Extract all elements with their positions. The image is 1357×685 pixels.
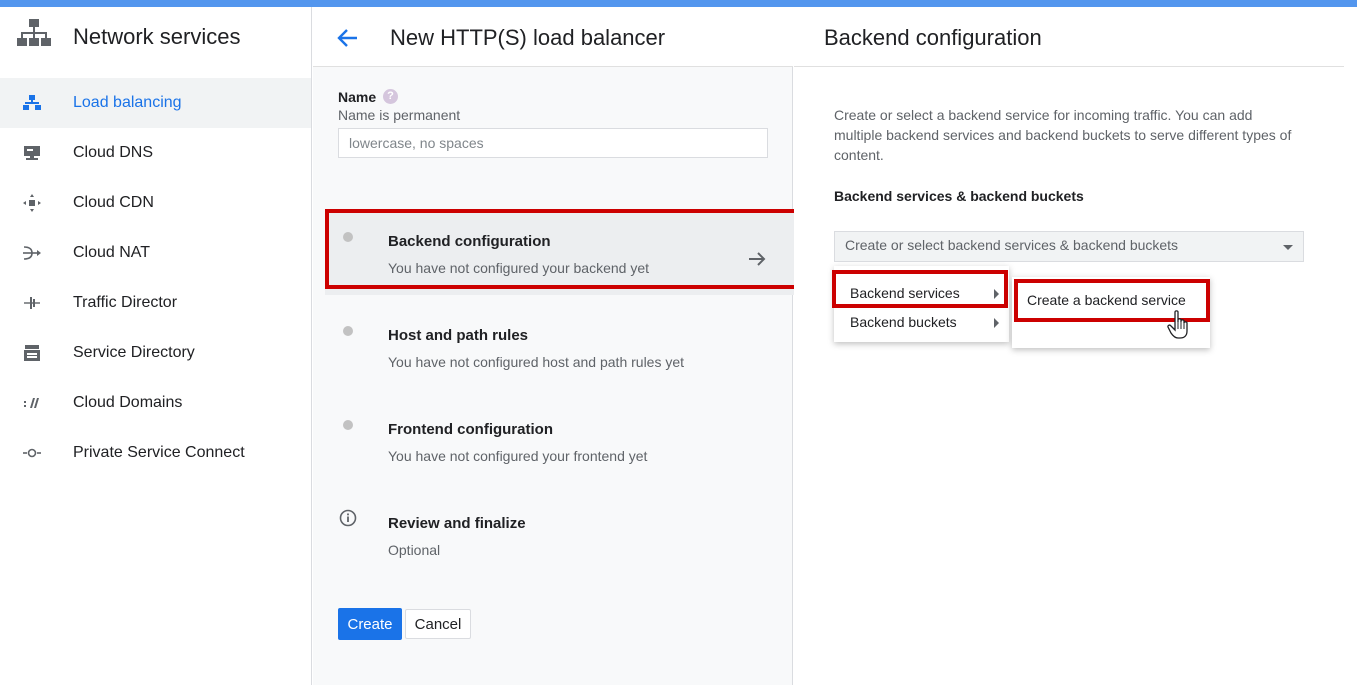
backend-config-title: Backend configuration bbox=[824, 25, 1042, 50]
name-label: Name bbox=[338, 89, 377, 105]
back-arrow-icon[interactable] bbox=[335, 25, 361, 51]
sidebar-item-traffic-director[interactable]: Traffic Director bbox=[0, 278, 311, 328]
step-title: Backend configuration bbox=[388, 233, 551, 250]
top-accent-bar bbox=[0, 0, 1357, 7]
sidebar-item-label: Load balancing bbox=[73, 94, 182, 111]
backend-type-menu: Backend services Backend buckets bbox=[834, 266, 1009, 342]
step-status-dot-icon bbox=[343, 420, 353, 430]
step-frontend-configuration[interactable]: Frontend configuration You have not conf… bbox=[325, 401, 795, 483]
step-subtitle: You have not configured your frontend ye… bbox=[388, 448, 648, 464]
backend-services-submenu: Create a backend service bbox=[1012, 277, 1210, 348]
chevron-right-icon bbox=[994, 289, 999, 299]
sidebar-nav: Load balancing Cloud DNS Cloud CDN Cloud… bbox=[0, 78, 311, 478]
menu-item-label: Backend buckets bbox=[850, 314, 957, 330]
step-title: Host and path rules bbox=[388, 327, 529, 344]
chevron-right-icon bbox=[994, 318, 999, 328]
step-status-dot-icon bbox=[343, 326, 353, 336]
nat-icon bbox=[21, 243, 43, 263]
step-review-and-finalize[interactable]: Review and finalize Optional bbox=[325, 495, 795, 577]
dns-icon bbox=[21, 143, 43, 163]
step-backend-configuration[interactable]: Backend configuration You have not confi… bbox=[325, 213, 795, 295]
menu-item-backend-services[interactable]: Backend services bbox=[834, 279, 1009, 309]
sidebar-item-label: Service Directory bbox=[73, 344, 195, 361]
network-services-logo-icon bbox=[17, 19, 51, 46]
sidebar-item-cloud-dns[interactable]: Cloud DNS bbox=[0, 128, 311, 178]
step-subtitle: You have not configured your backend yet bbox=[388, 260, 650, 276]
backend-configuration-panel: Backend configuration Create or select a… bbox=[794, 7, 1357, 685]
backend-config-description: Create or select a backend service for i… bbox=[834, 107, 1292, 163]
step-title: Review and finalize bbox=[388, 515, 526, 532]
load-balancing-icon bbox=[21, 93, 43, 113]
menu-item-label: Create a backend service bbox=[1027, 292, 1186, 308]
sidebar-item-label: Cloud Domains bbox=[73, 394, 183, 411]
backend-select-dropdown[interactable]: Create or select backend services & back… bbox=[834, 231, 1304, 262]
sidebar-item-label: Private Service Connect bbox=[73, 444, 245, 461]
name-hint: Name is permanent bbox=[338, 107, 461, 123]
sidebar-header: Network services bbox=[0, 7, 312, 67]
select-placeholder: Create or select backend services & back… bbox=[845, 237, 1179, 253]
cdn-icon bbox=[21, 193, 43, 213]
sidebar-item-service-directory[interactable]: Service Directory bbox=[0, 328, 311, 378]
service-directory-icon bbox=[21, 343, 43, 363]
traffic-director-icon bbox=[21, 293, 43, 313]
step-title: Frontend configuration bbox=[388, 421, 553, 438]
arrow-right-icon bbox=[749, 252, 766, 266]
sidebar-item-cloud-nat[interactable]: Cloud NAT bbox=[0, 228, 311, 278]
backend-services-heading: Backend services & backend buckets bbox=[834, 188, 1084, 204]
menu-item-create-backend-service[interactable]: Create a backend service bbox=[1012, 286, 1210, 316]
chevron-down-icon bbox=[1283, 245, 1293, 250]
menu-item-label: Backend services bbox=[850, 285, 960, 301]
sidebar-title: Network services bbox=[73, 24, 241, 49]
sidebar-item-load-balancing[interactable]: Load balancing bbox=[0, 78, 311, 128]
private-service-connect-icon bbox=[21, 443, 43, 463]
create-button[interactable]: Create bbox=[338, 608, 402, 640]
sidebar: Network services Load balancing Cloud DN… bbox=[0, 7, 312, 685]
sidebar-item-cloud-domains[interactable]: Cloud Domains bbox=[0, 378, 311, 428]
cancel-button[interactable]: Cancel bbox=[405, 609, 471, 639]
menu-item-backend-buckets[interactable]: Backend buckets bbox=[834, 308, 1009, 338]
sidebar-item-label: Traffic Director bbox=[73, 294, 178, 311]
backend-config-header: Backend configuration bbox=[794, 7, 1344, 67]
domains-icon bbox=[21, 393, 43, 413]
sidebar-item-label: Cloud DNS bbox=[73, 144, 154, 161]
sidebar-item-label: Cloud NAT bbox=[73, 244, 151, 261]
sidebar-item-private-service-connect[interactable]: Private Service Connect bbox=[0, 428, 311, 478]
sidebar-item-label: Cloud CDN bbox=[73, 194, 154, 211]
step-host-and-path-rules[interactable]: Host and path rules You have not configu… bbox=[325, 307, 795, 389]
info-icon bbox=[339, 509, 357, 527]
step-subtitle: Optional bbox=[388, 542, 441, 558]
sidebar-item-cloud-cdn[interactable]: Cloud CDN bbox=[0, 178, 311, 228]
load-balancer-wizard-panel: New HTTP(S) load balancer Name ? Name is… bbox=[313, 7, 802, 685]
page-title: New HTTP(S) load balancer bbox=[390, 25, 666, 50]
step-subtitle: You have not configured host and path ru… bbox=[388, 354, 685, 370]
wizard-header: New HTTP(S) load balancer bbox=[313, 7, 793, 67]
help-icon[interactable]: ? bbox=[383, 89, 398, 104]
step-status-dot-icon bbox=[343, 232, 353, 242]
name-input[interactable] bbox=[338, 128, 768, 158]
